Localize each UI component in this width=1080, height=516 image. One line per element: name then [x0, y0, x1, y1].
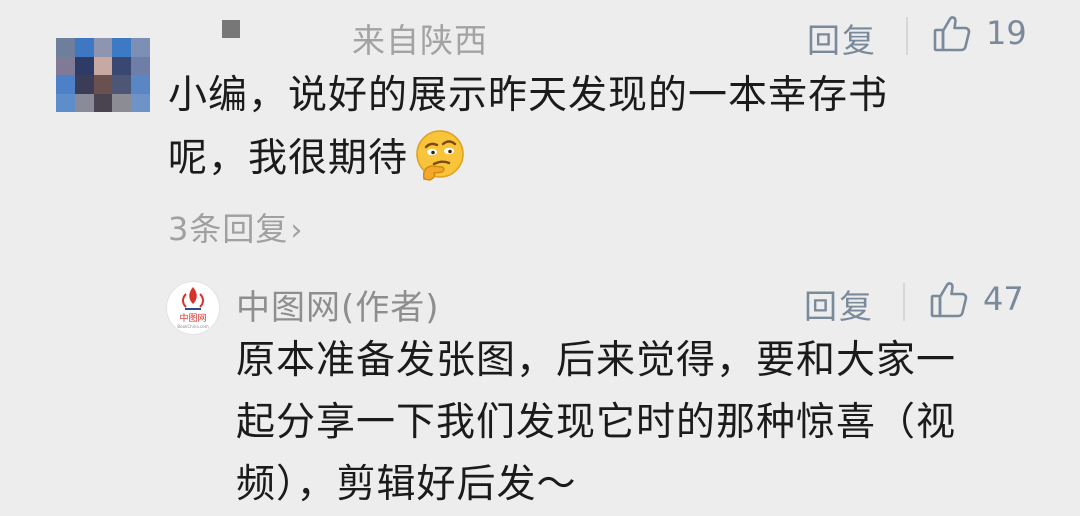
- author-name[interactable]: 中图网(作者): [236, 280, 440, 329]
- like-count: 19: [986, 14, 1027, 52]
- author-logo-subtext: BookChina.com: [177, 324, 208, 329]
- reply-text-line: 频），剪辑好后发～: [236, 462, 577, 507]
- thumbs-up-icon: [930, 282, 968, 318]
- comment-text-line: 小编，说好的展示昨天发现的一本幸存书: [168, 73, 889, 118]
- author-reply-text: 原本准备发张图，后来觉得，要和大家一 起分享一下我们发现它时的那种惊喜（视 频）…: [236, 330, 956, 516]
- author-logo-icon: 中图网 BookChina.com: [177, 287, 209, 329]
- comment-text-line: 呢，我很期待: [168, 127, 888, 190]
- author-avatar[interactable]: 中图网 BookChina.com: [166, 281, 220, 335]
- action-divider: [903, 283, 905, 321]
- comment-text-line-2: 呢，我很期待: [168, 136, 409, 181]
- reply-text-line: 起分享一下我们发现它时的那种惊喜（视: [236, 400, 957, 445]
- chevron-right-icon: ›: [290, 213, 304, 248]
- top-marker: [222, 20, 240, 38]
- thumbs-up-icon: [933, 16, 971, 52]
- commenter-avatar[interactable]: [56, 38, 150, 112]
- comment-text: 小编，说好的展示昨天发现的一本幸存书 呢，我很期待: [168, 65, 888, 190]
- replies-count-label: 3条回复: [168, 210, 289, 248]
- like-button[interactable]: 19: [932, 13, 1027, 53]
- author-logo-text: 中图网: [179, 312, 206, 324]
- thinking-face-emoji-icon: [416, 130, 464, 181]
- author-reply-button[interactable]: 回复: [804, 280, 874, 328]
- action-divider: [906, 17, 908, 55]
- like-count: 47: [983, 280, 1024, 318]
- view-replies-link[interactable]: 3条回复›: [168, 204, 303, 250]
- reply-text-line: 原本准备发张图，后来觉得，要和大家一: [236, 338, 957, 383]
- reply-button[interactable]: 回复: [807, 14, 877, 62]
- author-like-button[interactable]: 47: [929, 279, 1024, 319]
- comment-location: 来自陕西: [352, 21, 488, 60]
